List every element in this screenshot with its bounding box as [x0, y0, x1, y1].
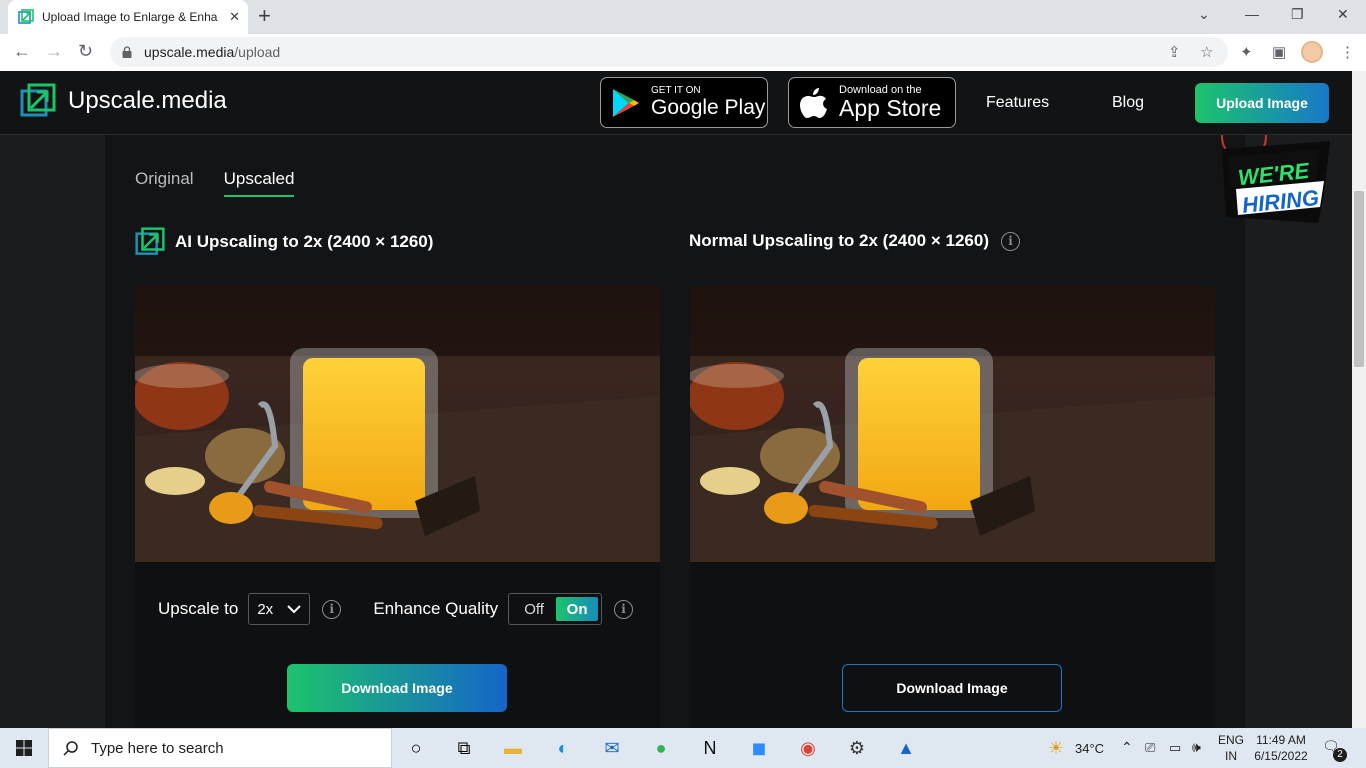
- cortana-icon[interactable]: ○: [403, 736, 429, 760]
- google-play-small-text: GET IT ON: [651, 85, 701, 96]
- url-text: upscale.media/upload: [144, 44, 280, 60]
- ai-download-button[interactable]: Download Image: [287, 664, 507, 712]
- weather-icon[interactable]: ☀: [1043, 736, 1069, 760]
- enhance-quality-toggle[interactable]: Off On: [508, 593, 603, 625]
- search-icon: [63, 741, 78, 756]
- page-body: Original Upscaled AI Upscaling to 2x (24…: [0, 135, 1352, 728]
- normal-upscaled-image: [690, 286, 1215, 562]
- upscale-favicon-icon: [18, 9, 34, 24]
- close-window-icon[interactable]: ✕: [1337, 6, 1349, 23]
- app-store-big-text: App Store: [839, 95, 942, 121]
- zoom-icon[interactable]: ◼: [746, 736, 772, 760]
- toggle-on-option[interactable]: On: [556, 597, 599, 621]
- hiring-badge[interactable]: WE'RE HIRING: [1220, 135, 1332, 230]
- ai-controls: Upscale to 2x i Enhance Quality Off On i: [158, 593, 634, 625]
- language-bottom[interactable]: IN: [1218, 749, 1244, 763]
- browser-tab-strip: Upload Image to Enlarge & Enha ✕ + ⌄ — ❐…: [0, 0, 1366, 34]
- tab-original[interactable]: Original: [135, 169, 194, 197]
- normal-panel-title-text: Normal Upscaling to 2x (2400 × 1260): [689, 231, 989, 250]
- extensions-icon[interactable]: ✦: [1240, 43, 1253, 61]
- ai-panel-title-text: AI Upscaling to 2x (2400 × 1260): [175, 232, 434, 251]
- menu-icon[interactable]: ⋮: [1340, 43, 1355, 61]
- upscale-select[interactable]: 2x: [248, 593, 311, 625]
- chrome-icon[interactable]: ◉: [795, 736, 821, 760]
- info-icon[interactable]: i: [1001, 231, 1020, 251]
- upscale-select-value: 2x: [257, 600, 274, 618]
- tab-upscaled[interactable]: Upscaled: [223, 169, 295, 197]
- toggle-off-option[interactable]: Off: [512, 601, 556, 618]
- chevron-down-icon: [287, 604, 302, 613]
- task-view-icon[interactable]: ⧉: [451, 736, 477, 760]
- logo-text: Upscale.media: [68, 87, 227, 114]
- settings-gear-icon[interactable]: ⚙: [844, 736, 870, 760]
- browser-tab[interactable]: Upload Image to Enlarge & Enha ✕: [8, 0, 248, 34]
- enhance-info-icon[interactable]: i: [614, 599, 634, 619]
- windows-start-icon[interactable]: [16, 740, 32, 756]
- nav-features-link[interactable]: Features: [986, 94, 1049, 112]
- close-tab-icon[interactable]: ✕: [229, 9, 240, 25]
- side-panel-icon[interactable]: ▣: [1272, 43, 1286, 61]
- new-tab-icon[interactable]: +: [258, 5, 271, 27]
- mail-icon[interactable]: ✉: [599, 736, 625, 760]
- browser-toolbar: ← → ↻ upscale.media/upload ⇪ ☆ ✦ ▣ ⋮: [0, 34, 1366, 71]
- upscale-logo-icon: [20, 83, 56, 117]
- taskbar-search-placeholder: Type here to search: [91, 739, 224, 757]
- url-host: upscale.media: [144, 44, 235, 60]
- normal-download-button[interactable]: Download Image: [842, 664, 1062, 712]
- evernote-icon[interactable]: ●: [648, 736, 674, 760]
- profile-avatar[interactable]: [1301, 41, 1323, 63]
- clock-date[interactable]: 6/15/2022: [1250, 749, 1312, 763]
- battery-icon[interactable]: ▭: [1169, 740, 1181, 756]
- view-tabs: Original Upscaled: [135, 169, 324, 197]
- enhance-quality-label: Enhance Quality: [373, 599, 499, 618]
- address-bar[interactable]: upscale.media/upload: [110, 37, 1228, 67]
- upscale-logo-icon: [135, 227, 165, 255]
- google-play-big-text: Google Play: [651, 96, 766, 119]
- ai-panel-title: AI Upscaling to 2x (2400 × 1260): [135, 227, 433, 257]
- back-icon[interactable]: ←: [13, 41, 31, 62]
- clock-time[interactable]: 11:49 AM: [1250, 733, 1312, 747]
- apple-icon: [800, 87, 827, 118]
- edge-icon[interactable]: ◐: [550, 736, 576, 760]
- share-icon[interactable]: ⇪: [1168, 43, 1181, 61]
- browser-tab-title: Upload Image to Enlarge & Enha: [42, 10, 218, 24]
- meet-now-icon[interactable]: ⎚: [1145, 740, 1155, 756]
- restore-icon[interactable]: ❐: [1291, 6, 1304, 23]
- upload-image-button[interactable]: Upload Image: [1195, 83, 1329, 123]
- normal-panel-title: Normal Upscaling to 2x (2400 × 1260) i: [689, 231, 1020, 251]
- nav-blog-link[interactable]: Blog: [1112, 94, 1144, 112]
- language-top[interactable]: ENG: [1218, 733, 1244, 747]
- reload-icon[interactable]: ↻: [78, 41, 93, 62]
- windows-taskbar: Type here to search ○ ⧉ ▬ ◐ ✉ ● N ◼ ◉ ⚙ …: [0, 728, 1366, 768]
- url-path: /upload: [234, 44, 281, 60]
- app-store-button[interactable]: Download on the App Store: [788, 77, 956, 128]
- weather-temp[interactable]: 34°C: [1075, 741, 1104, 756]
- google-play-icon: [613, 88, 639, 117]
- ai-upscaled-image: [135, 286, 660, 562]
- site-logo[interactable]: Upscale.media: [20, 83, 227, 119]
- upscale-to-label: Upscale to: [158, 599, 239, 618]
- volume-icon[interactable]: 🕪: [1192, 739, 1201, 756]
- minimize-icon[interactable]: —: [1245, 6, 1259, 22]
- page-scrollbar[interactable]: [1352, 71, 1366, 728]
- taskbar-search-box[interactable]: Type here to search: [48, 728, 392, 768]
- photos-icon[interactable]: ▲: [893, 736, 919, 760]
- scrollbar-thumb[interactable]: [1354, 191, 1364, 367]
- upscale-info-icon[interactable]: i: [322, 599, 342, 619]
- google-play-button[interactable]: GET IT ON Google Play: [600, 77, 768, 128]
- file-explorer-icon[interactable]: ▬: [500, 736, 526, 760]
- bookmark-star-icon[interactable]: ☆: [1200, 43, 1213, 61]
- forward-icon[interactable]: →: [45, 41, 63, 62]
- site-header: Upscale.media GET IT ON Google Play Down…: [0, 71, 1352, 135]
- notification-count-badge: 2: [1333, 748, 1347, 762]
- tray-chevron-up-icon[interactable]: ⌃: [1121, 739, 1133, 756]
- notion-icon[interactable]: N: [697, 736, 723, 760]
- tab-search-icon[interactable]: ⌄: [1198, 6, 1210, 23]
- lock-icon: [122, 46, 132, 58]
